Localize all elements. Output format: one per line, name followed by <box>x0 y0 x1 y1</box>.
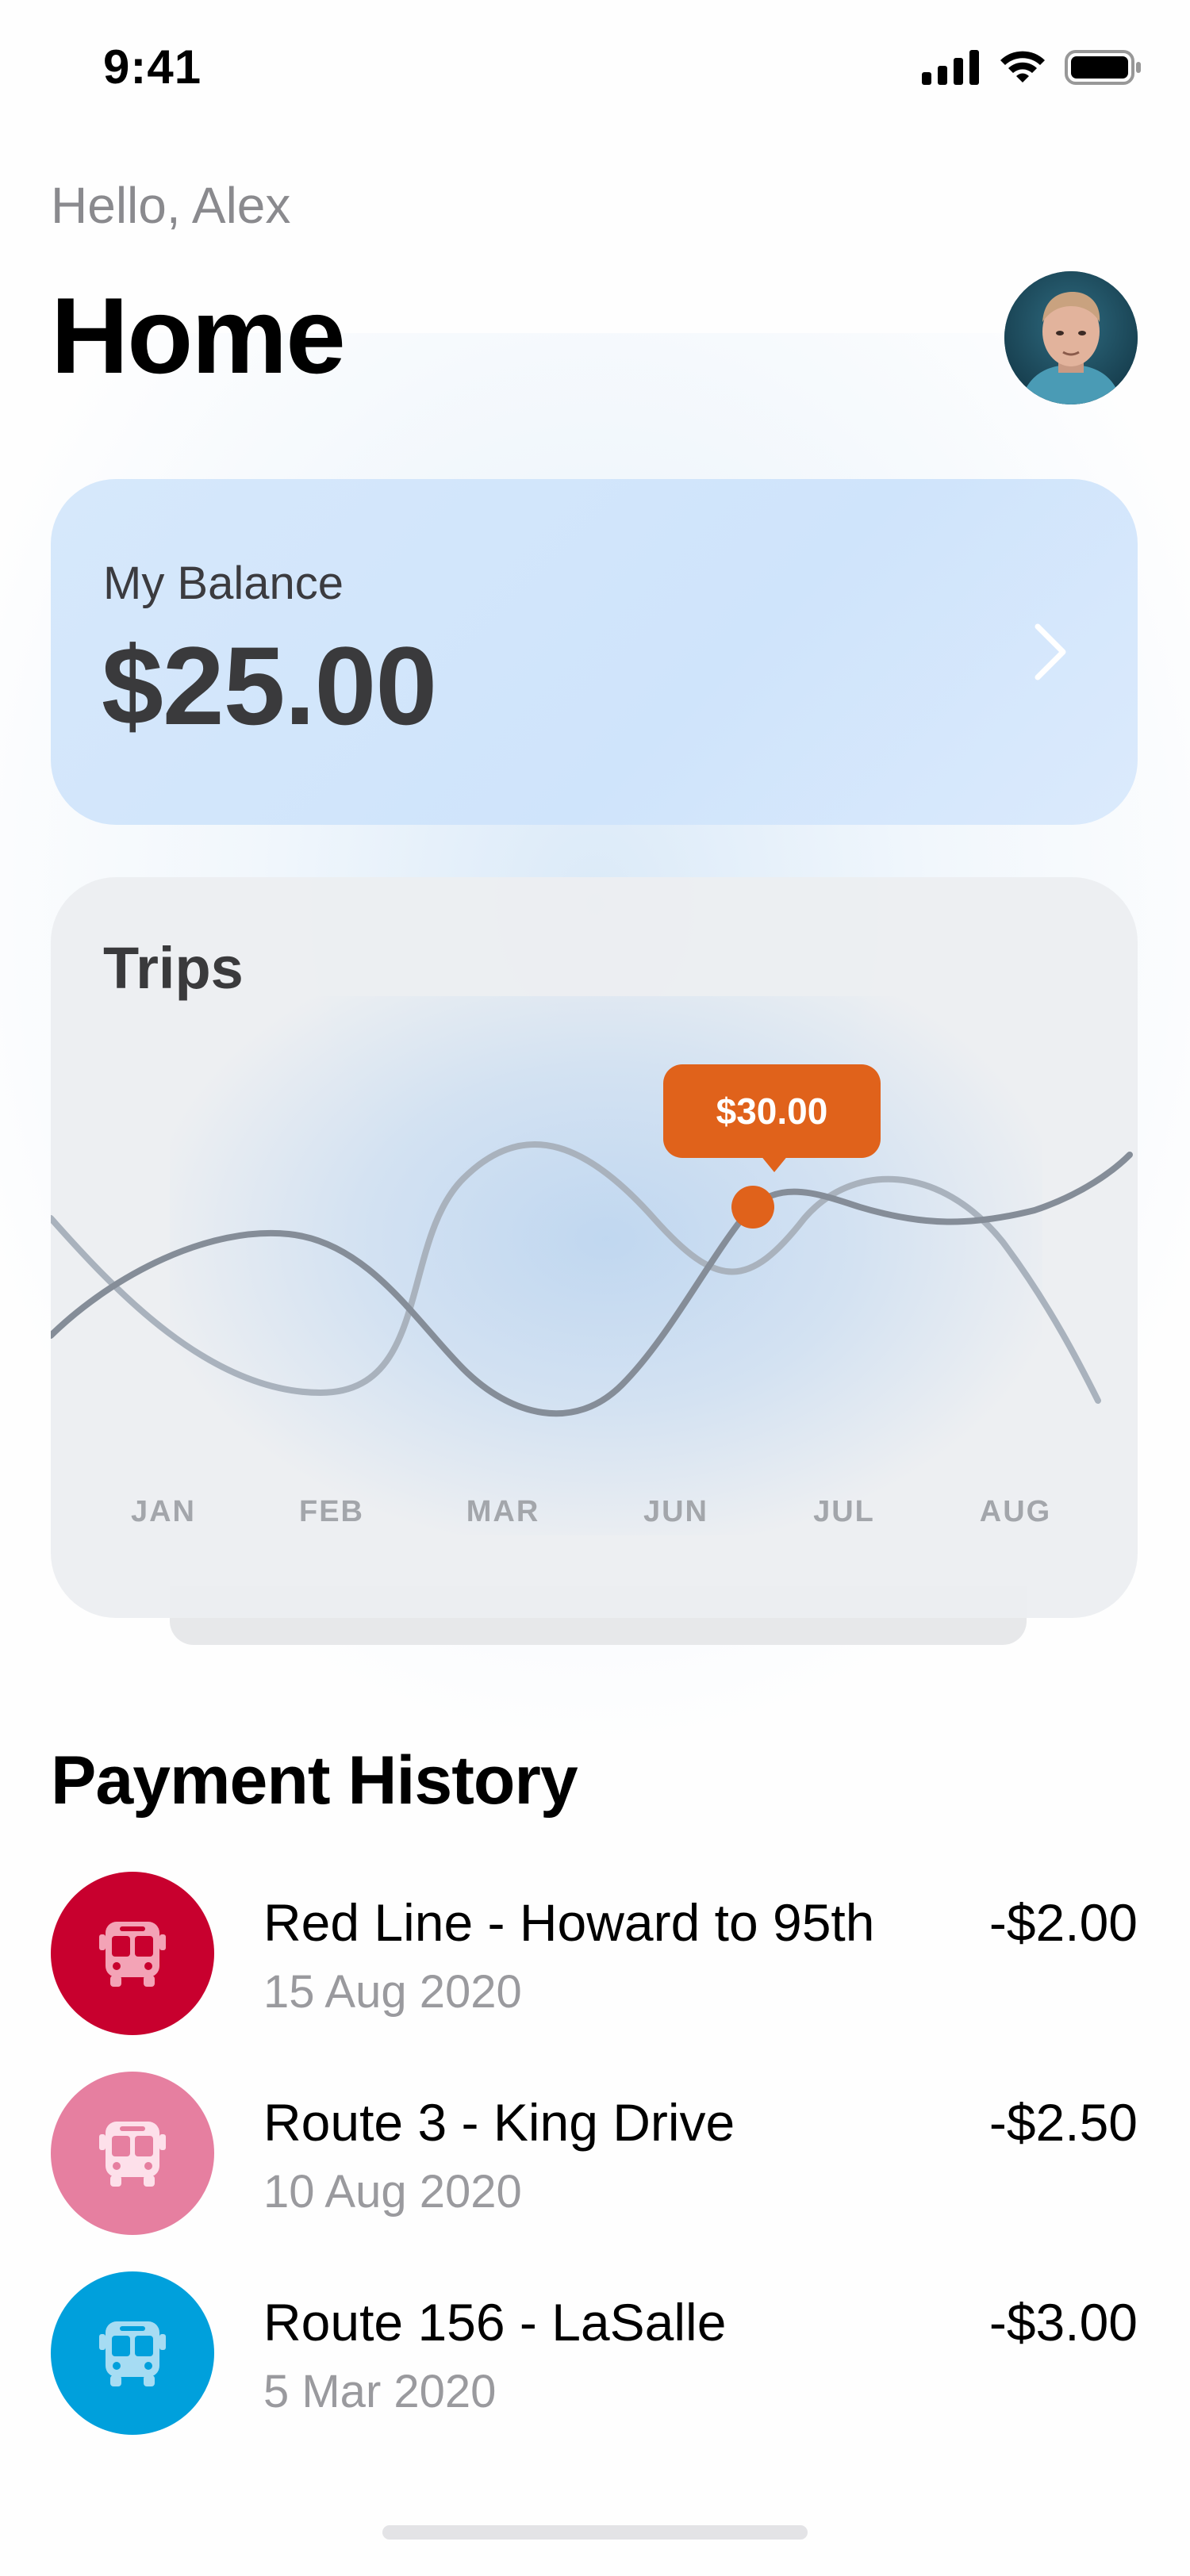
wifi-icon <box>1000 51 1045 82</box>
payment-icon-circle <box>51 1872 214 2035</box>
trips-tooltip: $30.00 <box>663 1064 881 1158</box>
payment-title: Red Line - Howard to 95th <box>263 1893 875 1952</box>
bus-icon <box>99 2122 166 2187</box>
payment-item[interactable]: Route 3 - King Drive 10 Aug 2020 -$2.50 <box>51 2072 1138 2235</box>
greeting-text: Hello, Alex <box>51 177 291 234</box>
trips-series-primary-line <box>51 1152 1133 1417</box>
payment-amount: -$2.00 <box>988 1893 1138 1952</box>
payment-item[interactable]: Route 156 - LaSalle 5 Mar 2020 -$3.00 <box>51 2271 1138 2435</box>
payment-history-title: Payment History <box>51 1742 578 1819</box>
payment-date: 5 Mar 2020 <box>263 2366 497 2417</box>
balance-label: My Balance <box>103 558 344 609</box>
month-label: JUN <box>643 1495 708 1528</box>
status-time: 9:41 <box>103 40 202 94</box>
trips-highlight-point[interactable] <box>731 1186 774 1229</box>
avatar-photo-icon <box>1004 271 1138 404</box>
balance-card[interactable]: My Balance $25.00 <box>51 479 1138 825</box>
payment-date: 10 Aug 2020 <box>263 2166 522 2218</box>
page-title: Home <box>51 275 346 396</box>
chevron-right-icon <box>1035 623 1066 680</box>
month-label: FEB <box>299 1495 364 1528</box>
cellular-signal-icon <box>922 50 979 85</box>
payment-icon-circle <box>51 2271 214 2435</box>
payment-title: Route 156 - LaSalle <box>263 2293 727 2352</box>
month-label: MAR <box>466 1495 540 1528</box>
bus-icon <box>99 1922 166 1987</box>
payment-item[interactable]: Red Line - Howard to 95th 15 Aug 2020 -$… <box>51 1872 1138 2035</box>
bus-icon <box>99 2321 166 2386</box>
month-label: AUG <box>980 1495 1051 1528</box>
tooltip-tail <box>760 1155 789 1172</box>
payment-title: Route 3 - King Drive <box>263 2093 735 2152</box>
battery-icon <box>1065 50 1141 85</box>
month-label: JUL <box>813 1495 875 1528</box>
payment-amount: -$2.50 <box>988 2093 1138 2152</box>
payment-icon-circle <box>51 2072 214 2235</box>
balance-value: $25.00 <box>102 623 437 748</box>
status-icons <box>922 49 1142 86</box>
avatar[interactable] <box>1004 271 1138 404</box>
payment-date: 15 Aug 2020 <box>263 1966 522 2018</box>
trips-chart: JAN FEB MAR JUN JUL AUG <box>51 1140 1133 1528</box>
trips-series-secondary-line <box>51 1140 1101 1404</box>
home-indicator[interactable] <box>382 2525 808 2540</box>
payment-amount: -$3.00 <box>988 2293 1138 2352</box>
trips-card: Trips JAN FEB MAR JUN JUL AUG $30.00 <box>51 877 1138 1618</box>
month-label: JAN <box>131 1495 196 1528</box>
home-screen: 9:41 Hello, Alex Home My Balance $25.00 … <box>0 0 1190 2576</box>
status-bar: 9:41 <box>0 0 1190 143</box>
